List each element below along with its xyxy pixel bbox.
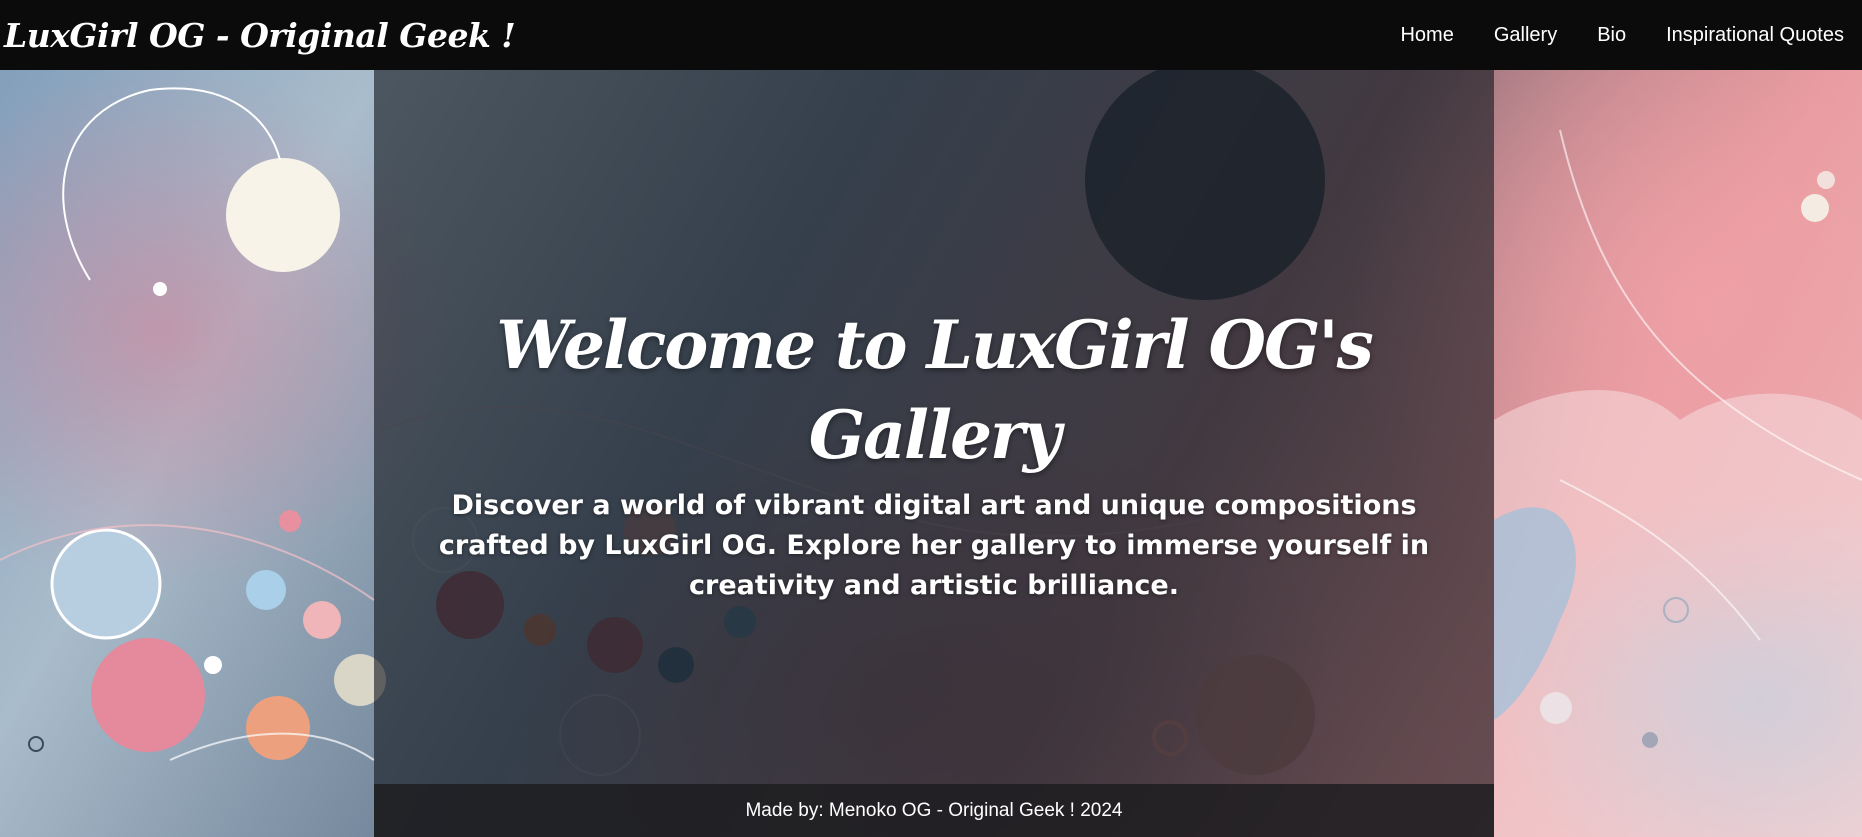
nav-link-gallery[interactable]: Gallery — [1494, 24, 1557, 47]
content-panel: Welcome to LuxGirl OG's Gallery Discover… — [374, 70, 1494, 837]
nav-link-inspirational-quotes[interactable]: Inspirational Quotes — [1666, 24, 1844, 47]
footer-credit: Made by: Menoko OG - Original Geek ! 202… — [745, 799, 1123, 821]
nav-link-home[interactable]: Home — [1400, 24, 1453, 47]
hero-section: Welcome to LuxGirl OG's Gallery Discover… — [374, 300, 1494, 606]
brand-logo-link[interactable]: LuxGirl OG - Original Geek ! — [4, 16, 516, 55]
hero-description: Discover a world of vibrant digital art … — [438, 490, 1430, 601]
nav-link-bio[interactable]: Bio — [1597, 24, 1626, 47]
hero-title: Welcome to LuxGirl OG's Gallery — [496, 306, 1374, 474]
page-footer: Made by: Menoko OG - Original Geek ! 202… — [374, 784, 1494, 837]
nav-links: Home Gallery Bio Inspirational Quotes — [1360, 24, 1844, 47]
top-navbar: LuxGirl OG - Original Geek ! Home Galler… — [0, 0, 1862, 70]
